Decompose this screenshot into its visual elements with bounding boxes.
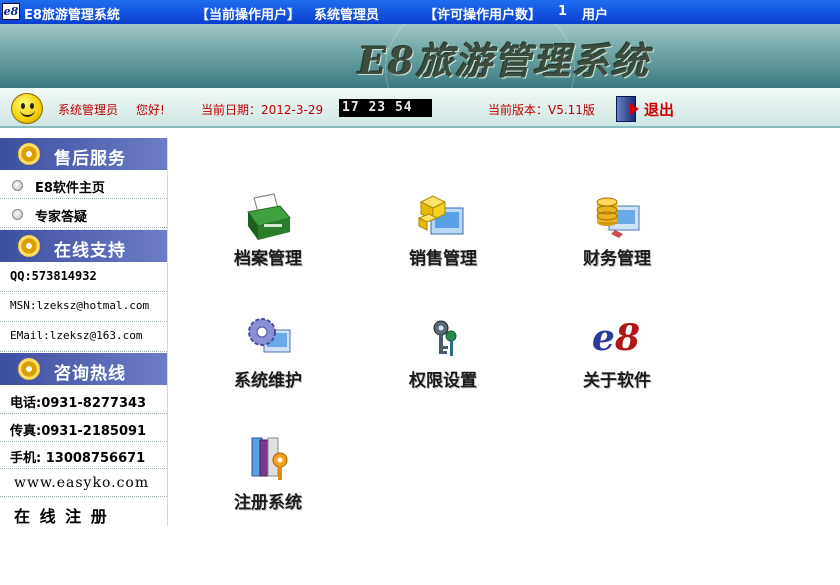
section-after-sales: 售后服务 [0, 138, 167, 170]
link-expert-qa[interactable]: 专家答疑 [0, 200, 167, 228]
radio-bullet-icon [12, 209, 23, 220]
current-user-label: 【当前操作用户】 [196, 8, 301, 23]
module-label: 销售管理 [409, 249, 477, 269]
svg-text:e: e [592, 317, 615, 359]
info-bar: 系统管理员 您好! 当前日期：2012-3-29 17 23 54 当前版本：V… [0, 88, 840, 128]
current-date: 当前日期：2012-3-29 [201, 103, 324, 117]
license-count: 1 [558, 4, 568, 19]
title-bar: e8 E8旅游管理系统 【当前操作用户】 系统管理员 【许可操作用户数】 1 用… [0, 0, 840, 24]
gear-icon [18, 235, 40, 257]
support-email: EMail:lzeksz@163.com [0, 323, 167, 352]
sales-boxes-icon [417, 195, 464, 235]
section-online-support: 在线支持 [0, 230, 167, 262]
module-archive[interactable]: 档案管理 [223, 188, 313, 278]
module-label: 系统维护 [234, 371, 302, 391]
current-user-value: 系统管理员 [314, 8, 380, 23]
module-register[interactable]: 注册系统 [223, 432, 313, 522]
module-finance[interactable]: 财务管理 [572, 188, 662, 278]
banner: E8旅游管理系统 [0, 24, 840, 88]
section-title: 咨询热线 [54, 364, 126, 384]
user-name: 系统管理员 [58, 103, 119, 117]
website-link[interactable]: www.easyko.com [0, 469, 167, 497]
archive-printer-icon [247, 193, 291, 240]
module-permissions[interactable]: 权限设置 [398, 310, 488, 400]
module-label: 关于软件 [583, 371, 651, 391]
module-label: 注册系统 [234, 493, 302, 513]
module-sales[interactable]: 销售管理 [398, 188, 488, 278]
gear-icon [18, 358, 40, 380]
section-title: 在线支持 [54, 241, 126, 261]
exit-label: 退出 [644, 101, 675, 119]
section-title: 售后服务 [54, 149, 126, 169]
smiley-icon [11, 93, 43, 124]
clock-display: 17 23 54 [339, 99, 432, 117]
module-system-maintenance[interactable]: 系统维护 [223, 310, 313, 400]
link-e8-homepage[interactable]: E8软件主页 [0, 171, 167, 199]
exit-door-icon [616, 96, 639, 122]
hotline-fax: 传真:0931-2185091 [0, 414, 167, 442]
finance-coins-icon [596, 197, 640, 238]
license-unit: 用户 [582, 8, 609, 23]
svg-text:8: 8 [614, 317, 640, 359]
radio-bullet-icon [12, 180, 23, 191]
support-qq: QQ:573814932 [0, 263, 167, 292]
module-label: 权限设置 [409, 371, 477, 391]
hotline-phone: 电话:0931-8277343 [0, 386, 167, 414]
greeting: 您好! [136, 103, 165, 117]
online-register-link[interactable]: 在 线 注 册 [0, 497, 167, 526]
banner-title: E8旅游管理系统 [358, 39, 650, 83]
module-label: 财务管理 [583, 249, 651, 269]
gear-monitor-icon [248, 318, 291, 353]
section-hotline: 咨询热线 [0, 353, 167, 385]
license-label: 【许可操作用户数】 [424, 8, 542, 23]
hotline-mobile: 手机: 13008756671 [0, 441, 167, 469]
app-logo-icon: e8 [2, 3, 20, 20]
gear-icon [18, 143, 40, 165]
module-label: 档案管理 [234, 249, 302, 269]
module-about[interactable]: e 8 关于软件 [572, 310, 662, 400]
support-msn: MSN:lzeksz@hotmal.com [0, 293, 167, 322]
sidebar: 售后服务 E8软件主页 专家答疑 在线支持 QQ:573814932 MSN:l… [0, 138, 168, 526]
books-key-icon [251, 437, 288, 480]
keys-icon [433, 320, 457, 356]
version-label: 当前版本：V5.11版 [488, 103, 595, 117]
app-title: E8旅游管理系统 [24, 8, 120, 23]
e8-logo-icon: e 8 [592, 317, 640, 359]
